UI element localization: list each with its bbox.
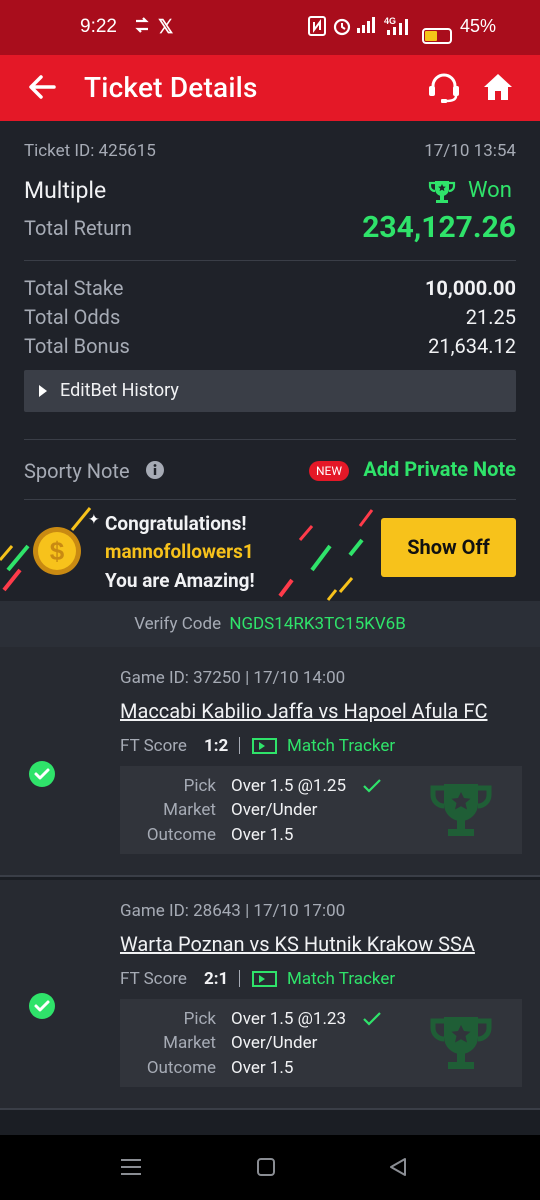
trophy-watermark-icon (428, 780, 494, 844)
verify-code-row: Verify Code NGDS14RK3TC15KV6B (0, 601, 540, 647)
data-saver-icon (133, 16, 151, 39)
show-off-button[interactable]: Show Off (381, 518, 516, 577)
game-card: Game ID: 37250 | 17/10 14:00 Maccabi Kab… (0, 647, 540, 877)
x-logo-icon: 𝕏 (158, 17, 174, 38)
battery-icon (422, 28, 452, 44)
market-label: Market (163, 800, 216, 820)
ft-score-value: 1:2 (204, 736, 229, 756)
pick-value: Over 1.5 @1.25 (231, 776, 347, 796)
page-title: Ticket Details (84, 71, 258, 104)
add-private-note-link[interactable]: Add Private Note (363, 457, 516, 481)
new-badge: NEW (309, 461, 350, 481)
game-card: Game ID: 28643 | 17/10 17:00 Warta Pozna… (0, 880, 540, 1110)
divider (239, 970, 240, 987)
divider (0, 1108, 540, 1110)
trophy-icon (428, 179, 456, 209)
match-title-link[interactable]: Warta Poznan vs KS Hutnik Krakow SSA (120, 932, 475, 956)
support-headset-icon[interactable] (426, 69, 462, 105)
won-check-icon (28, 992, 56, 1024)
total-stake-value: 10,000.00 (424, 276, 516, 300)
divider (0, 875, 540, 877)
signal-icon (356, 16, 378, 39)
total-return-value: 234,127.26 (362, 210, 516, 245)
recents-menu-icon[interactable] (120, 1157, 142, 1181)
match-tracker-link[interactable]: Match Tracker (287, 736, 395, 756)
total-bonus-value: 21,634.12 (428, 334, 516, 358)
congrats-username: mannofollowers1 (105, 540, 254, 563)
svg-text:4G: 4G (384, 16, 396, 26)
ft-score-value: 2:1 (204, 969, 229, 989)
pick-details: Pick Over 1.5 @1.25 Market Over/Under Ou… (120, 766, 522, 854)
congrats-line3: You are Amazing! (105, 569, 255, 592)
pick-value: Over 1.5 @1.23 (231, 1009, 347, 1029)
outcome-value: Over 1.5 (231, 825, 294, 845)
home-icon[interactable] (480, 69, 516, 105)
trophy-watermark-icon (428, 1013, 494, 1077)
divider (24, 260, 516, 261)
ticket-datetime: 17/10 13:54 (424, 141, 516, 161)
status-won: Won (468, 178, 512, 203)
sparkle-icon: ✦ (88, 512, 100, 528)
ticket-id: Ticket ID: 425615 (24, 141, 156, 161)
total-odds-value: 21.25 (465, 305, 516, 329)
market-value: Over/Under (231, 800, 318, 820)
game-id: Game ID: 28643 | 17/10 17:00 (120, 901, 346, 921)
pick-details: Pick Over 1.5 @1.23 Market Over/Under Ou… (120, 999, 522, 1087)
total-stake-label: Total Stake (24, 276, 124, 300)
4g-signal-icon: 4G (384, 16, 414, 41)
market-label: Market (163, 1033, 216, 1053)
ft-score-label: FT Score (120, 736, 187, 756)
gold-coin-icon: $ (30, 524, 84, 582)
total-bonus-label: Total Bonus (24, 334, 130, 358)
alarm-icon (332, 16, 352, 41)
nfc-icon (308, 16, 326, 41)
app-header: Ticket Details (0, 55, 540, 121)
verify-code-value: NGDS14RK3TC15KV6B (229, 614, 406, 634)
check-icon (362, 1011, 382, 1031)
won-check-icon (28, 760, 56, 792)
battery-percent: 45% (460, 16, 497, 36)
divider (24, 439, 516, 440)
bet-type: Multiple (24, 177, 107, 204)
editbet-history-toggle[interactable]: EditBet History (24, 370, 516, 412)
pick-label: Pick (183, 776, 216, 796)
congrats-banner: $ ✦ Congratulations! mannofollowers1 You… (0, 500, 540, 601)
outcome-value: Over 1.5 (231, 1058, 294, 1078)
home-square-icon[interactable] (256, 1157, 276, 1181)
check-icon (362, 778, 382, 798)
status-bar: 9:22 𝕏 4G 45% (0, 0, 540, 55)
match-tracker-link[interactable]: Match Tracker (287, 969, 395, 989)
match-title-link[interactable]: Maccabi Kabilio Jaffa vs Hapoel Afula FC (120, 699, 487, 723)
info-icon[interactable] (145, 460, 165, 484)
total-return-label: Total Return (24, 216, 132, 240)
game-id: Game ID: 37250 | 17/10 14:00 (120, 668, 346, 688)
svg-text:$: $ (50, 536, 65, 566)
system-nav-bar (0, 1135, 540, 1200)
match-tracker-icon[interactable] (252, 971, 277, 991)
sporty-note-label: Sporty Note (24, 459, 130, 483)
pick-label: Pick (183, 1009, 216, 1029)
outcome-label: Outcome (146, 1058, 216, 1078)
status-time: 9:22 (80, 16, 117, 37)
congrats-line1: Congratulations! (105, 512, 247, 535)
caret-right-icon (38, 383, 48, 402)
market-value: Over/Under (231, 1033, 318, 1053)
back-triangle-icon[interactable] (388, 1157, 408, 1181)
divider (239, 737, 240, 754)
total-odds-label: Total Odds (24, 305, 121, 329)
ft-score-label: FT Score (120, 969, 187, 989)
match-tracker-icon[interactable] (252, 738, 277, 758)
editbet-history-label: EditBet History (60, 380, 179, 401)
outcome-label: Outcome (146, 825, 216, 845)
back-arrow-icon[interactable] (26, 71, 58, 103)
verify-code-label: Verify Code (134, 614, 222, 634)
